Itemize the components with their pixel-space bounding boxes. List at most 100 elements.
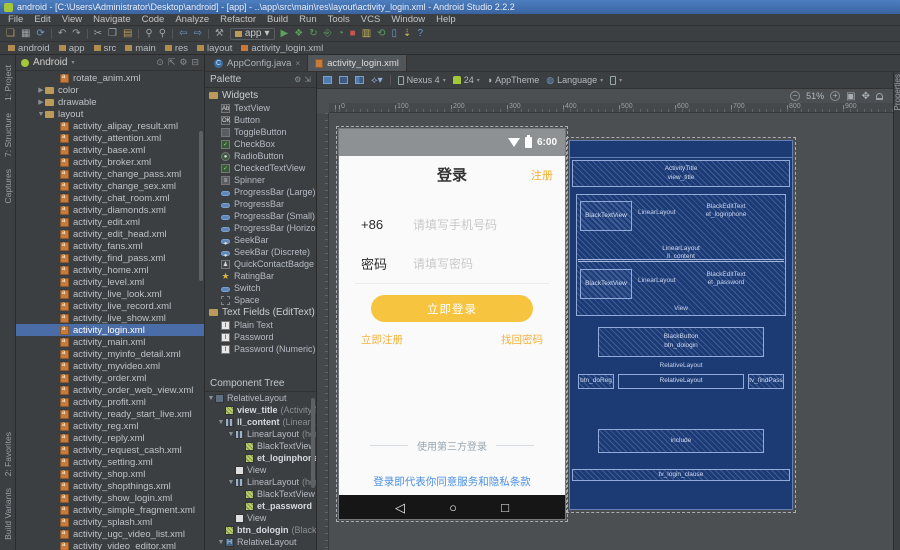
palette-item-seekbardiscrete[interactable]: ●SeekBar (Discrete) [205,246,316,258]
expand-arrow-icon[interactable]: ▼ [207,395,215,402]
tree-item-drawable[interactable]: ▶drawable [16,96,204,108]
menu-analyze[interactable]: Analyze [175,14,209,25]
expand-arrow-icon[interactable]: ▶ [37,86,45,94]
component-view[interactable]: View [205,512,316,524]
tree-item-activity_login.xml[interactable]: activity_login.xml [16,324,204,336]
back-icon[interactable]: ⇦ [179,29,187,39]
forward-icon[interactable]: ⇨ [193,29,201,39]
profiler-icon[interactable]: ◔ [338,29,344,39]
palette-item-seekbar[interactable]: ●SeekBar [205,234,316,246]
tree-item-activity_base.xml[interactable]: activity_base.xml [16,144,204,156]
palette-item-checkedtextview[interactable]: ✓CheckedTextView [205,162,316,174]
tree-item-activity_chat_room.xml[interactable]: activity_chat_room.xml [16,192,204,204]
tree-item-activity_myinfo_detail.xml[interactable]: activity_myinfo_detail.xml [16,348,204,360]
zoom-fit-icon[interactable]: ▣ [846,91,855,102]
tree-item-layout[interactable]: ▼layout [16,108,204,120]
open-folder-icon[interactable]: ❏ [6,29,15,39]
component-blacktextview[interactable]: BlackTextView [205,488,316,500]
menu-code[interactable]: Code [142,14,165,25]
bp-links-row[interactable]: RelativeLayout [618,374,744,389]
palette-item-button[interactable]: OKButton [205,114,316,126]
notifications-bell-icon[interactable] [876,93,883,100]
component-linearlayout[interactable]: ▼LinearLayout(horizontal) [205,476,316,488]
bp-btn-dologin[interactable]: BlackButtonbtn_dologin [598,327,764,357]
minimize-icon[interactable]: ⇲ [304,75,311,84]
bp-tv-findpass[interactable]: tv_findPass [748,374,784,389]
zoom-out-button[interactable]: − [790,91,800,101]
run-configuration-selector[interactable]: app▾ [230,28,275,40]
component-blacktextview[interactable]: BlackTextView [205,440,316,452]
palette-item-spinner[interactable]: ≡Spinner [205,174,316,186]
register-now-link[interactable]: 立即注册 [361,332,403,347]
palette-item-password[interactable]: IPassword [205,331,316,343]
palette-item-quickcontactbadge[interactable]: ♟QuickContactBadge [205,258,316,270]
bp-black-textview-1[interactable]: BlackTextView [580,201,632,231]
component-ll_content[interactable]: ▼ll_content(LinearLayout) [205,416,316,428]
menu-view[interactable]: View [62,14,82,25]
design-mode-icon[interactable] [323,76,332,84]
paste-icon[interactable]: ▤ [123,29,132,39]
tree-item-activity_show_login.xml[interactable]: activity_show_login.xml [16,492,204,504]
palette-group-widgets[interactable]: Widgets [205,89,316,102]
attach-debugger-icon[interactable]: ⎆ [324,29,332,39]
tree-item-activity_ugc_video_list.xml[interactable]: activity_ugc_video_list.xml [16,528,204,540]
tree-item-activity_video_editor.xml[interactable]: activity_video_editor.xml [16,540,204,550]
find-password-link[interactable]: 找回密码 [501,332,543,347]
component-view[interactable]: View [205,464,316,476]
tree-item-activity_main.xml[interactable]: activity_main.xml [16,336,204,348]
login-button[interactable]: 立即登录 [371,295,533,322]
run-coverage-icon[interactable]: ↻ [309,29,317,39]
expand-arrow-icon[interactable]: ▼ [227,431,235,438]
collapse-all-icon[interactable]: ⇱ [168,57,176,68]
palette-item-progressbar[interactable]: ProgressBar [205,198,316,210]
device-selector[interactable]: Nexus 4▾ [398,75,446,85]
bp-black-textview-2[interactable]: BlackTextView [580,269,632,299]
bp-btn-doreg[interactable]: btn_doReg [578,374,614,389]
expand-arrow-icon[interactable]: ▼ [227,479,235,486]
api-selector[interactable]: 24▾ [453,75,480,85]
recents-nav-icon[interactable]: □ [501,501,509,514]
tree-item-activity_order_web_view.xml[interactable]: activity_order_web_view.xml [16,384,204,396]
tree-item-activity_order.xml[interactable]: activity_order.xml [16,372,204,384]
bp-include[interactable]: include [598,429,764,453]
palette-group-textfieldsedittext[interactable]: Text Fields (EditText) [205,306,316,319]
design-preview[interactable]: 6:00 登录 注册 +86 请填写手机号码 [339,129,565,519]
tree-item-activity_change_pass.xml[interactable]: activity_change_pass.xml [16,168,204,180]
tool-window-tab-captures[interactable]: Captures [3,169,13,204]
locate-file-icon[interactable]: ⊙ [156,57,164,68]
chevron-down-icon[interactable]: ▾ [71,59,74,66]
blueprint-view[interactable]: ActivityTitleview_title LinearLayout ll_… [569,140,793,510]
tool-window-tab-buildvariants[interactable]: Build Variants [3,488,13,540]
component-et_loginphone[interactable]: et_loginphone [205,452,316,464]
agreement-link[interactable]: 登录即代表你同意服务和隐私条款 [339,474,565,489]
tree-item-activity_splash.xml[interactable]: activity_splash.xml [16,516,204,528]
tool-window-tab-structure[interactable]: 7: Structure [3,113,13,157]
save-icon[interactable]: ▦ [21,29,30,39]
register-link[interactable]: 注册 [531,167,553,183]
palette-item-togglebutton[interactable]: ToggleButton [205,126,316,138]
breadcrumb-src[interactable]: src [94,43,117,54]
tree-item-activity_setting.xml[interactable]: activity_setting.xml [16,456,204,468]
breadcrumb-res[interactable]: res [165,43,188,54]
expand-arrow-icon[interactable]: ▶ [37,98,45,106]
menu-navigate[interactable]: Navigate [93,14,131,25]
editor-tab-activity_login.xml[interactable]: activity_login.xml [308,55,407,71]
close-icon[interactable]: × [295,59,300,68]
component-btn_dologin[interactable]: btn_dologin(BlackButton) [205,524,316,536]
menu-tools[interactable]: Tools [328,14,350,25]
undo-icon[interactable]: ↶ [58,29,66,39]
component-et_password[interactable]: et_password [205,500,316,512]
password-input[interactable]: 请填写密码 [413,255,473,272]
hide-panel-icon[interactable]: ⊟ [191,57,199,68]
expand-arrow-icon[interactable]: ▼ [217,539,225,546]
avd-manager-icon[interactable]: ▯ [392,29,398,39]
breadcrumb-main[interactable]: main [125,43,156,54]
bp-view-title[interactable]: ActivityTitleview_title [572,160,790,187]
tree-item-activity_broker.xml[interactable]: activity_broker.xml [16,156,204,168]
palette-item-radiobutton[interactable]: ●RadioButton [205,150,316,162]
tree-item-activity_reply.xml[interactable]: activity_reply.xml [16,432,204,444]
palette-item-checkbox[interactable]: ✓CheckBox [205,138,316,150]
palette-item-progressbarlarge[interactable]: ProgressBar (Large) [205,186,316,198]
tool-window-tab-project[interactable]: 1: Project [3,65,13,101]
layout-inspector-icon[interactable]: ▥ [362,29,371,39]
